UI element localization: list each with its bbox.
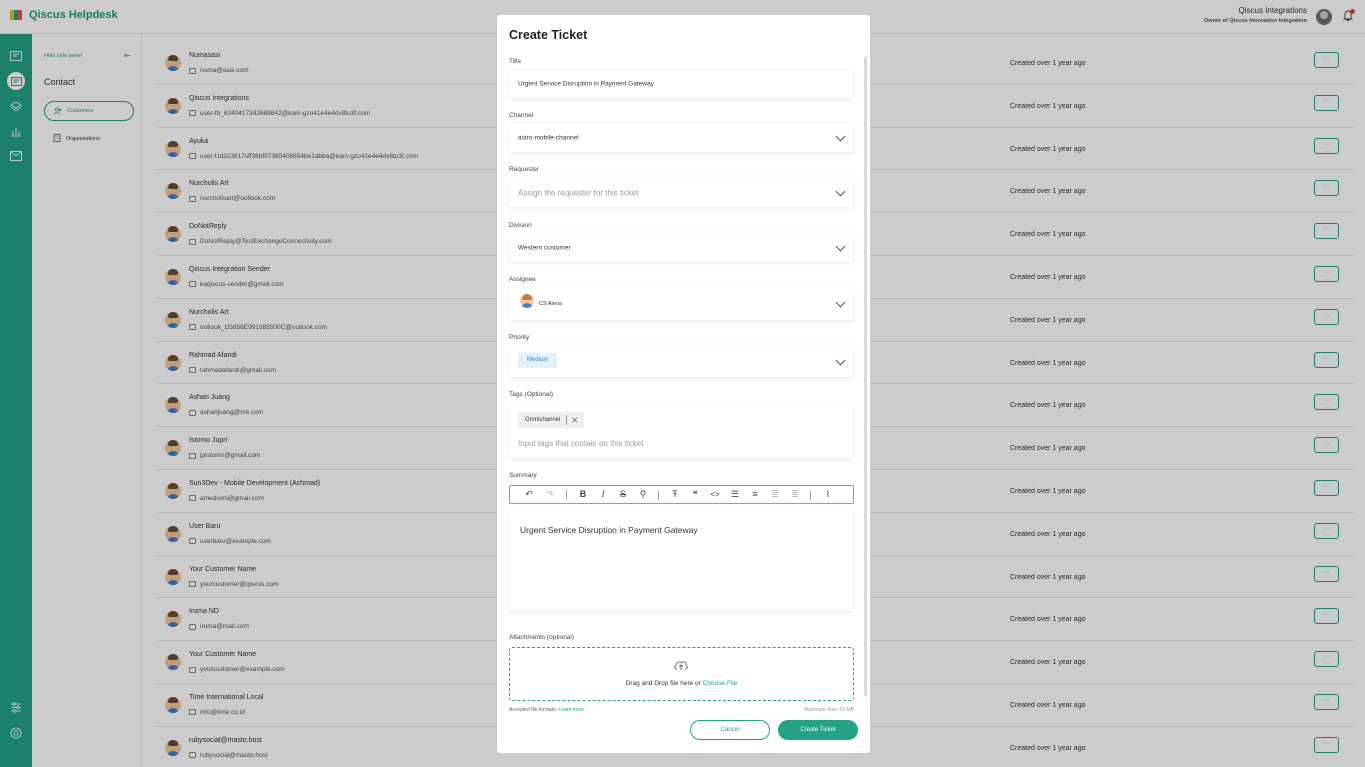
outdent-icon[interactable]: ≣: [768, 488, 782, 501]
code-icon[interactable]: <>: [708, 488, 722, 501]
chevron-down-icon: [835, 186, 846, 196]
requester-select[interactable]: Assign the requester for this ticket: [509, 178, 853, 207]
channel-label: Channel: [509, 112, 534, 119]
assignee-select[interactable]: CS Alena: [509, 288, 853, 320]
bold-icon[interactable]: B: [576, 488, 590, 501]
chevron-down-icon: [835, 241, 846, 251]
title-label: Title: [509, 58, 522, 65]
assignee-label: Assignee: [509, 276, 536, 283]
channel-value: astro-mobile-channel: [518, 134, 579, 142]
tags-placeholder: Input tags that contain on this ticket: [518, 439, 644, 448]
numbered-list-icon[interactable]: ≡: [748, 488, 762, 501]
chevron-down-icon: [835, 355, 846, 365]
assignee-avatar: [520, 294, 534, 308]
division-value: Western customer: [518, 244, 571, 251]
choose-file-link[interactable]: Choose File: [703, 680, 738, 687]
modal-scrollbar[interactable]: [864, 57, 867, 697]
tag-label: Omnichannel: [525, 417, 561, 423]
title-input[interactable]: Urgent Service Disruption in Payment Gat…: [509, 70, 853, 98]
summary-toolbar: ↶ ↷ B I S ⚲ Ŧ ❝ <> ☰ ≡ ≣ ≣ ⌇: [509, 485, 854, 504]
bullet-list-icon[interactable]: ☰: [728, 488, 742, 501]
requester-label: Requester: [509, 166, 539, 173]
remove-tag-icon[interactable]: ✕: [571, 412, 579, 428]
summary-editor[interactable]: Urgent Service Disruption in Payment Gat…: [509, 511, 853, 611]
link-icon[interactable]: ⚲: [636, 488, 650, 501]
heading-icon[interactable]: Ŧ: [668, 488, 682, 501]
redo-icon[interactable]: ↷: [543, 488, 557, 501]
italic-icon[interactable]: I: [596, 488, 610, 501]
cloud-upload-icon: [674, 661, 688, 670]
drop-text: Drag and Drop file here or: [625, 680, 703, 687]
attachments-label: Attachments (optional): [509, 634, 575, 641]
create-ticket-button[interactable]: Create Ticket: [778, 720, 858, 740]
cancel-button[interactable]: Cancel: [690, 720, 770, 740]
attach-icon[interactable]: ⌇: [821, 488, 835, 501]
undo-icon[interactable]: ↶: [522, 488, 536, 501]
strikethrough-icon[interactable]: S: [616, 488, 630, 501]
modal-title: Create Ticket: [509, 28, 588, 42]
modal-footer: Cancel Create Ticket: [497, 712, 870, 753]
title-input-value: Urgent Service Disruption in Payment Gat…: [518, 80, 654, 88]
indent-icon[interactable]: ≣: [788, 488, 802, 501]
summary-text: Urgent Service Disruption in Payment Gat…: [520, 525, 698, 535]
quote-icon[interactable]: ❝: [688, 488, 702, 501]
priority-select[interactable]: Medium: [509, 346, 853, 377]
channel-select[interactable]: astro-mobile-channel: [509, 124, 853, 152]
division-select[interactable]: Western customer: [509, 233, 853, 262]
tags-label: Tags (Optional): [509, 391, 554, 398]
chevron-down-icon: [835, 297, 846, 308]
tag-chip: Omnichannel ✕: [518, 412, 584, 428]
requester-placeholder: Assign the requester for this ticket: [518, 188, 639, 197]
chevron-down-icon: [835, 131, 846, 142]
attachment-dropzone[interactable]: Drag and Drop file here or Choose File: [509, 647, 854, 701]
assignee-value: CS Alena: [539, 301, 562, 307]
division-label: Division: [509, 222, 532, 229]
tags-input[interactable]: Omnichannel ✕ Input tags that contain on…: [509, 403, 853, 458]
summary-label: Summary: [509, 472, 537, 479]
create-ticket-modal: Create Ticket Title Urgent Service Disru…: [497, 15, 870, 753]
priority-label: Priority: [509, 334, 530, 341]
priority-badge: Medium: [518, 353, 558, 368]
